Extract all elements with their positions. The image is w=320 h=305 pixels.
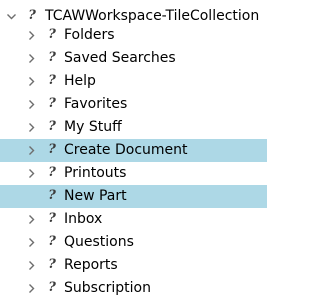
tree-item-subscription[interactable]: ? Subscription xyxy=(0,277,267,300)
tree-item-reports[interactable]: ? Reports xyxy=(0,254,267,277)
question-mark-icon: ? xyxy=(48,280,56,295)
tree-item-my-stuff[interactable]: ? My Stuff xyxy=(0,116,267,139)
question-mark-icon: ? xyxy=(48,27,56,42)
question-mark-icon: ? xyxy=(48,50,56,65)
question-mark-icon: ? xyxy=(48,234,56,249)
tree-item-label: Saved Searches xyxy=(64,50,176,66)
chevron-right-icon[interactable] xyxy=(26,162,38,185)
tree-item-label: My Stuff xyxy=(64,119,122,135)
tree-item-help[interactable]: ? Help xyxy=(0,70,267,93)
question-mark-icon: ? xyxy=(28,8,36,23)
tree-item-label: Reports xyxy=(64,257,118,273)
tree-item-questions[interactable]: ? Questions xyxy=(0,231,267,254)
chevron-right-icon[interactable] xyxy=(26,208,38,231)
tree-item-inbox[interactable]: ? Inbox xyxy=(0,208,267,231)
tree-item-saved-searches[interactable]: ? Saved Searches xyxy=(0,47,267,70)
tree-item-new-part[interactable]: ? New Part xyxy=(0,185,267,208)
tree-item-create-document[interactable]: ? Create Document xyxy=(0,139,267,162)
question-mark-icon: ? xyxy=(48,188,56,203)
question-mark-icon: ? xyxy=(48,96,56,111)
question-mark-icon: ? xyxy=(48,119,56,134)
tree-item-printouts[interactable]: ? Printouts xyxy=(0,162,267,185)
tree-item-label: Create Document xyxy=(64,142,188,158)
tree-item-label: Questions xyxy=(64,234,134,250)
chevron-right-icon[interactable] xyxy=(26,116,38,139)
tree-item-label: Printouts xyxy=(64,165,127,181)
chevron-right-icon[interactable] xyxy=(26,277,38,300)
chevron-right-icon[interactable] xyxy=(26,24,38,47)
tree-item-label: Help xyxy=(64,73,96,89)
question-mark-icon: ? xyxy=(48,211,56,226)
tree-item-folders[interactable]: ? Folders xyxy=(0,24,267,47)
question-mark-icon: ? xyxy=(48,142,56,157)
tree-item-label: Inbox xyxy=(64,211,103,227)
chevron-right-icon[interactable] xyxy=(26,231,38,254)
question-mark-icon: ? xyxy=(48,73,56,88)
chevron-right-icon[interactable] xyxy=(26,70,38,93)
tree-item-label: Favorites xyxy=(64,96,128,112)
chevron-right-icon[interactable] xyxy=(26,47,38,70)
question-mark-icon: ? xyxy=(48,257,56,272)
tree-item-label: Subscription xyxy=(64,280,151,296)
tree-item-label: New Part xyxy=(64,188,127,204)
question-mark-icon: ? xyxy=(48,165,56,180)
chevron-right-icon[interactable] xyxy=(26,254,38,277)
chevron-right-icon[interactable] xyxy=(26,93,38,116)
chevron-right-icon[interactable] xyxy=(26,139,38,162)
tree-item-favorites[interactable]: ? Favorites xyxy=(0,93,267,116)
tree-view: ? TCAWWorkspace-TileCollection ? Folders… xyxy=(0,0,267,305)
tree-item-label: Folders xyxy=(64,27,115,43)
